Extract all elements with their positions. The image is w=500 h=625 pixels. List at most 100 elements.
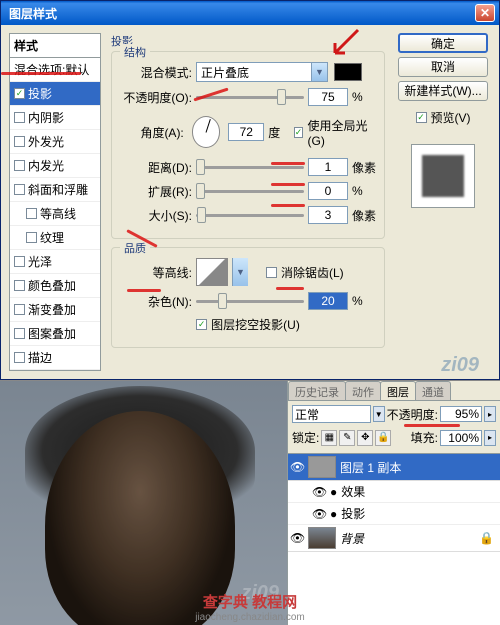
checkbox-icon[interactable]: [14, 160, 25, 171]
contour-label: 等高线:: [120, 264, 192, 281]
lock-transparency-icon[interactable]: ▦: [321, 430, 337, 446]
chevron-down-icon[interactable]: ▼: [232, 258, 248, 286]
layer-thumbnail[interactable]: [308, 456, 336, 478]
style-color-overlay[interactable]: 颜色叠加: [10, 274, 100, 298]
annotation-mark: [1, 72, 81, 75]
angle-input[interactable]: 72: [228, 123, 264, 141]
distance-label: 距离(D):: [120, 159, 192, 176]
visibility-icon[interactable]: 👁: [290, 460, 304, 474]
style-inner-glow[interactable]: 内发光: [10, 154, 100, 178]
lock-position-icon[interactable]: ✥: [357, 430, 373, 446]
knockout-checkbox[interactable]: [196, 319, 207, 330]
fill-label: 填充:: [411, 429, 438, 446]
checkbox-icon[interactable]: [14, 184, 25, 195]
effects-row[interactable]: 👁●效果: [288, 481, 500, 503]
checkbox-icon[interactable]: [14, 112, 25, 123]
chevron-down-icon[interactable]: ▼: [373, 406, 385, 422]
noise-slider[interactable]: [196, 293, 304, 309]
spread-label: 扩展(R):: [120, 183, 192, 200]
lock-icon: 🔒: [479, 531, 494, 545]
size-label: 大小(S):: [120, 207, 192, 224]
footer-watermark: 查字典 教程网 jiaocheng.chazidian.com: [0, 591, 500, 623]
tab-actions[interactable]: 动作: [345, 381, 381, 400]
styles-header[interactable]: 样式: [10, 34, 100, 58]
size-input[interactable]: 3: [308, 206, 348, 224]
distance-input[interactable]: 1: [308, 158, 348, 176]
blend-options-item[interactable]: 混合选项:默认: [10, 58, 100, 82]
checkbox-icon[interactable]: [26, 208, 37, 219]
canvas-image: zi09: [0, 381, 287, 625]
angle-label: 角度(A):: [120, 124, 184, 141]
tab-history[interactable]: 历史记录: [288, 381, 346, 400]
annotation-mark: [276, 287, 304, 290]
opacity-label: 不透明度(O):: [120, 89, 192, 106]
style-drop-shadow[interactable]: 投影: [10, 82, 100, 106]
style-gradient-overlay[interactable]: 渐变叠加: [10, 298, 100, 322]
antialias-checkbox[interactable]: [266, 267, 277, 278]
checkbox-icon[interactable]: [14, 352, 25, 363]
styles-list: 样式 混合选项:默认 投影 内阴影 外发光 内发光 斜面和浮雕 等高线 纹理 光…: [9, 33, 101, 371]
close-button[interactable]: ✕: [475, 4, 495, 22]
checkbox-icon[interactable]: [14, 304, 25, 315]
style-texture[interactable]: 纹理: [10, 226, 100, 250]
layer-blend-combo[interactable]: 正常: [292, 405, 371, 423]
size-slider[interactable]: [196, 207, 304, 223]
annotation-mark: [271, 183, 305, 186]
lock-icons: ▦ ✎ ✥ 🔒: [321, 430, 391, 446]
preview-checkbox[interactable]: [416, 112, 427, 123]
dialog-titlebar: 图层样式 ✕: [1, 1, 499, 25]
new-style-button[interactable]: 新建样式(W)...: [398, 81, 488, 101]
blend-mode-label: 混合模式:: [120, 64, 192, 81]
annotation-mark: [271, 162, 305, 165]
checkbox-icon[interactable]: [14, 136, 25, 147]
annotation-mark: [271, 204, 305, 207]
arrow-icon[interactable]: ▸: [484, 406, 496, 422]
visibility-icon[interactable]: 👁: [290, 531, 304, 545]
knockout-label: 图层挖空投影(U): [211, 316, 300, 333]
dialog-buttons: 确定 取消 新建样式(W)... 预览(V): [395, 33, 491, 371]
effect-drop-shadow[interactable]: 👁●投影: [288, 503, 500, 525]
tab-channels[interactable]: 通道: [415, 381, 451, 400]
angle-dial[interactable]: [192, 116, 221, 148]
global-light-checkbox[interactable]: [294, 127, 304, 138]
style-pattern-overlay[interactable]: 图案叠加: [10, 322, 100, 346]
noise-input[interactable]: 20: [308, 292, 348, 310]
contour-picker[interactable]: [196, 258, 228, 286]
opacity-input[interactable]: 75: [308, 88, 348, 106]
style-outer-glow[interactable]: 外发光: [10, 130, 100, 154]
checkbox-icon[interactable]: [14, 256, 25, 267]
quality-fieldset: 品质 等高线: ▼ 消除锯齿(L) 杂色(N): 20 %: [111, 247, 385, 348]
visibility-icon[interactable]: 👁: [312, 507, 326, 521]
style-contour[interactable]: 等高线: [10, 202, 100, 226]
layer-opacity-label: 不透明度:: [387, 406, 438, 423]
ok-button[interactable]: 确定: [398, 33, 488, 53]
style-satin[interactable]: 光泽: [10, 250, 100, 274]
checkbox-icon[interactable]: [14, 328, 25, 339]
annotation-mark: [127, 289, 161, 292]
lock-all-icon[interactable]: 🔒: [375, 430, 391, 446]
layer-thumbnail[interactable]: [308, 527, 336, 549]
checkbox-icon[interactable]: [14, 88, 25, 99]
layer-opacity-input[interactable]: 95%: [440, 406, 482, 422]
style-bevel[interactable]: 斜面和浮雕: [10, 178, 100, 202]
layer-row[interactable]: 👁 图层 1 副本: [288, 454, 500, 481]
spread-input[interactable]: 0: [308, 182, 348, 200]
layer-row[interactable]: 👁 背景 🔒: [288, 525, 500, 552]
arrow-icon[interactable]: ▸: [484, 430, 496, 446]
chevron-down-icon[interactable]: ▼: [311, 63, 327, 81]
checkbox-icon[interactable]: [26, 232, 37, 243]
shadow-color-swatch[interactable]: [334, 63, 362, 81]
dialog-title: 图层样式: [5, 5, 57, 22]
visibility-icon[interactable]: 👁: [312, 485, 326, 499]
fill-input[interactable]: 100%: [440, 430, 482, 446]
layer-name: 背景: [340, 530, 364, 547]
cancel-button[interactable]: 取消: [398, 57, 488, 77]
tab-layers[interactable]: 图层: [380, 381, 416, 400]
annotation-mark: [404, 424, 460, 427]
style-stroke[interactable]: 描边: [10, 346, 100, 370]
checkbox-icon[interactable]: [14, 280, 25, 291]
lock-pixels-icon[interactable]: ✎: [339, 430, 355, 446]
blend-mode-combo[interactable]: 正片叠底▼: [196, 62, 328, 82]
style-inner-shadow[interactable]: 内阴影: [10, 106, 100, 130]
global-light-label: 使用全局光(G): [307, 117, 376, 148]
